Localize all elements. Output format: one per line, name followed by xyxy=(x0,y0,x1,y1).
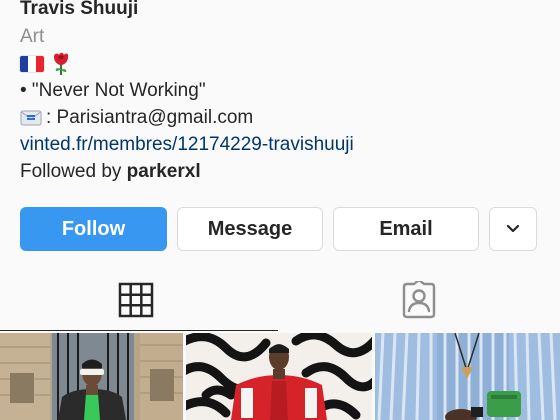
chevron-down-icon xyxy=(506,224,520,233)
post-thumbnail[interactable] xyxy=(186,333,372,420)
profile-website-link[interactable]: vinted.fr/membres/12174229-travishuuji xyxy=(20,134,354,156)
french-flag-icon xyxy=(20,56,44,72)
message-button[interactable]: Message xyxy=(177,207,323,251)
bio-email-text: : Parisiantra@gmail.com xyxy=(46,107,254,128)
post-thumbnail[interactable] xyxy=(375,333,560,420)
followed-by-user[interactable]: parkerxl xyxy=(127,161,201,182)
email-button[interactable]: Email xyxy=(333,207,479,251)
grid-icon xyxy=(118,282,154,318)
follow-button[interactable]: Follow xyxy=(20,207,167,251)
bio-quote: • "Never Not Working" xyxy=(20,80,206,101)
tab-posts-grid[interactable] xyxy=(100,280,172,320)
followed-by-line: Followed by parkerxl xyxy=(20,161,201,183)
bio-emoji-line xyxy=(20,52,72,76)
tagged-person-icon xyxy=(402,281,436,319)
profile-name: Travis Shuuji xyxy=(20,0,139,19)
envelope-icon xyxy=(20,110,42,126)
bio-email-line: : Parisiantra@gmail.com xyxy=(20,107,253,129)
posts-grid xyxy=(0,333,560,420)
active-tab-indicator xyxy=(0,330,278,331)
tab-tagged[interactable] xyxy=(383,280,455,320)
profile-category: Art xyxy=(20,26,45,47)
followed-by-prefix: Followed by xyxy=(20,161,127,182)
rose-icon xyxy=(54,52,69,75)
more-options-button[interactable] xyxy=(489,207,537,251)
post-thumbnail[interactable] xyxy=(0,333,183,420)
